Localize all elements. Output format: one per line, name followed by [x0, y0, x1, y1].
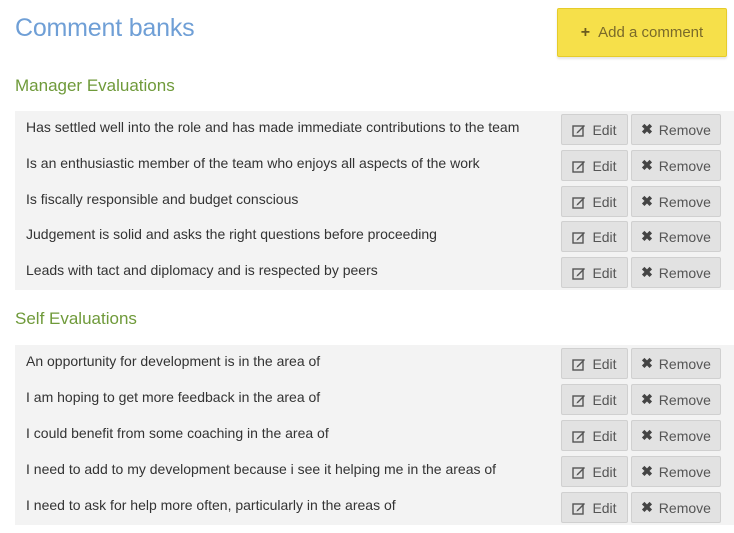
pencil-square-icon: [572, 123, 586, 137]
close-x-icon: ✖: [641, 391, 653, 407]
close-x-icon: ✖: [641, 463, 653, 479]
page-title: Comment banks: [15, 14, 195, 42]
comment-row: I am hoping to get more feedback in the …: [15, 381, 734, 417]
comment-text: I need to add to my development because …: [26, 461, 497, 477]
comment-row: Is fiscally responsible and budget consc…: [15, 183, 734, 218]
close-x-icon: ✖: [641, 355, 653, 371]
section-title-self-evaluations: Self Evaluations: [15, 309, 137, 328]
remove-button[interactable]: ✖ Remove: [631, 492, 721, 523]
edit-button[interactable]: Edit: [561, 456, 628, 487]
edit-button[interactable]: Edit: [561, 221, 628, 252]
edit-label: Edit: [592, 264, 617, 281]
pencil-square-icon: [572, 393, 586, 407]
close-x-icon: ✖: [641, 228, 653, 244]
comment-text: Is an enthusiastic member of the team wh…: [26, 155, 480, 171]
edit-button[interactable]: Edit: [561, 420, 628, 451]
edit-label: Edit: [592, 157, 617, 174]
edit-label: Edit: [592, 427, 617, 444]
comment-text: An opportunity for development is in the…: [26, 353, 321, 369]
edit-label: Edit: [592, 463, 617, 480]
comment-list-manager-evaluations: Has settled well into the role and has m…: [15, 111, 734, 290]
close-x-icon: ✖: [641, 193, 653, 209]
remove-button[interactable]: ✖ Remove: [631, 186, 721, 217]
pencil-square-icon: [572, 266, 586, 280]
comment-row: I could benefit from some coaching in th…: [15, 417, 734, 453]
close-x-icon: ✖: [641, 121, 653, 137]
edit-label: Edit: [592, 391, 617, 408]
edit-label: Edit: [592, 499, 617, 516]
remove-label: Remove: [658, 157, 711, 174]
comment-row: An opportunity for development is in the…: [15, 345, 734, 381]
edit-button[interactable]: Edit: [561, 114, 628, 145]
add-comment-label: Add a comment: [598, 24, 704, 41]
remove-label: Remove: [658, 427, 711, 444]
edit-button[interactable]: Edit: [561, 186, 628, 217]
comment-text: I could benefit from some coaching in th…: [26, 425, 329, 441]
edit-button[interactable]: Edit: [561, 384, 628, 415]
comment-list-self-evaluations: An opportunity for development is in the…: [15, 345, 734, 525]
comment-row: I need to add to my development because …: [15, 453, 734, 489]
pencil-square-icon: [572, 357, 586, 371]
comment-text: I need to ask for help more often, parti…: [26, 497, 396, 513]
pencil-square-icon: [572, 429, 586, 443]
remove-label: Remove: [658, 391, 711, 408]
pencil-square-icon: [572, 465, 586, 479]
comment-row: Judgement is solid and asks the right qu…: [15, 218, 734, 254]
remove-button[interactable]: ✖ Remove: [631, 456, 721, 487]
comment-text: Is fiscally responsible and budget consc…: [26, 191, 299, 207]
remove-button[interactable]: ✖ Remove: [631, 420, 721, 451]
edit-button[interactable]: Edit: [561, 150, 628, 181]
plus-icon: +: [580, 23, 591, 41]
edit-label: Edit: [592, 355, 617, 372]
edit-button[interactable]: Edit: [561, 492, 628, 523]
section-title-manager-evaluations: Manager Evaluations: [15, 76, 175, 95]
remove-button[interactable]: ✖ Remove: [631, 384, 721, 415]
comment-text: Has settled well into the role and has m…: [26, 119, 520, 135]
comment-text: I am hoping to get more feedback in the …: [26, 389, 321, 405]
comment-row: Has settled well into the role and has m…: [15, 111, 734, 147]
remove-label: Remove: [658, 193, 711, 210]
edit-label: Edit: [592, 193, 617, 210]
comment-row: Leads with tact and diplomacy and is res…: [15, 254, 734, 290]
pencil-square-icon: [572, 501, 586, 515]
comment-text: Judgement is solid and asks the right qu…: [26, 226, 437, 242]
close-x-icon: ✖: [641, 427, 653, 443]
remove-label: Remove: [658, 499, 711, 516]
pencil-square-icon: [572, 195, 586, 209]
remove-label: Remove: [658, 463, 711, 480]
close-x-icon: ✖: [641, 157, 653, 173]
remove-button[interactable]: ✖ Remove: [631, 257, 721, 288]
comment-row: Is an enthusiastic member of the team wh…: [15, 147, 734, 183]
remove-label: Remove: [658, 264, 711, 281]
edit-button[interactable]: Edit: [561, 257, 628, 288]
edit-label: Edit: [592, 228, 617, 245]
pencil-square-icon: [572, 230, 586, 244]
remove-label: Remove: [658, 228, 711, 245]
remove-button[interactable]: ✖ Remove: [631, 348, 721, 379]
remove-button[interactable]: ✖ Remove: [631, 221, 721, 252]
remove-label: Remove: [658, 355, 711, 372]
remove-button[interactable]: ✖ Remove: [631, 114, 721, 145]
edit-button[interactable]: Edit: [561, 348, 628, 379]
comment-row: I need to ask for help more often, parti…: [15, 489, 734, 525]
close-x-icon: ✖: [641, 499, 653, 515]
add-comment-button[interactable]: + Add a comment: [557, 8, 727, 57]
comment-text: Leads with tact and diplomacy and is res…: [26, 262, 378, 278]
remove-label: Remove: [658, 121, 711, 138]
edit-label: Edit: [592, 121, 617, 138]
pencil-square-icon: [572, 159, 586, 173]
remove-button[interactable]: ✖ Remove: [631, 150, 721, 181]
close-x-icon: ✖: [641, 264, 653, 280]
